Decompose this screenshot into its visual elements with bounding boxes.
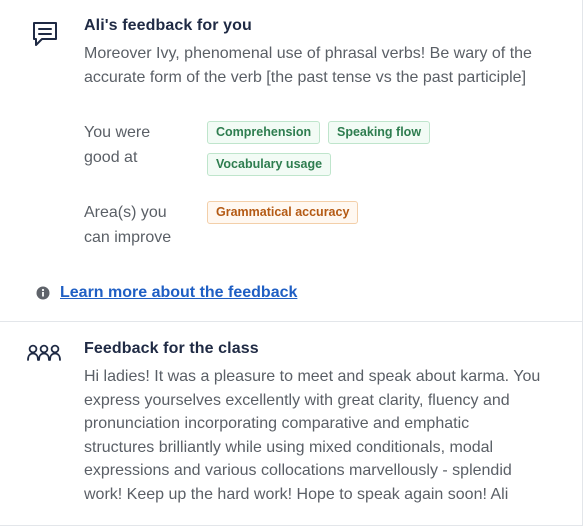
learn-more-link[interactable]: Learn more about the feedback: [60, 283, 297, 303]
message-line: work! Keep up the hard work! Hope to spe…: [84, 485, 509, 503]
strength-tag: Vocabulary usage: [207, 153, 332, 176]
strength-tag: Speaking flow: [328, 121, 431, 144]
good-at-label-line: You were: [84, 124, 151, 141]
class-feedback-title: Feedback for the class: [84, 340, 259, 357]
message-line: pronunciation incorporating comparative …: [84, 415, 470, 432]
strength-tag: Comprehension: [207, 121, 321, 144]
message-line: expressions and various collocations mar…: [84, 462, 512, 479]
improve-label-line: Area(s) you: [84, 204, 167, 221]
message-line: accurate form of the verb [the past tens…: [84, 68, 527, 86]
personal-feedback-title: Ali's feedback for you: [84, 17, 252, 34]
message-line: Moreover Ivy, phenomenal use of phrasal …: [84, 45, 532, 62]
improve-label: Area(s) you can improve: [84, 201, 194, 250]
message-line: Hi ladies! It was a pleasure to meet and…: [84, 368, 541, 385]
feedback-card: Ali's feedback for you Moreover Ivy, phe…: [0, 0, 583, 526]
personal-feedback-message: Moreover Ivy, phenomenal use of phrasal …: [84, 42, 574, 89]
message-line: express yourselves excellently with grea…: [84, 391, 510, 409]
improve-label-line: can improve: [84, 228, 172, 246]
chat-message-icon: [31, 20, 59, 48]
personal-feedback-section: Ali's feedback for you Moreover Ivy, phe…: [0, 0, 583, 322]
good-at-label: You were good at: [84, 121, 194, 170]
info-icon: [36, 286, 50, 305]
message-line: structures brilliantly while using mixed…: [84, 438, 494, 456]
class-feedback-message: Hi ladies! It was a pleasure to meet and…: [84, 365, 579, 506]
class-feedback-section: Feedback for the class Hi ladies! It was…: [0, 322, 583, 526]
group-icon: [27, 343, 61, 367]
improvement-tag: Grammatical accuracy: [207, 201, 359, 224]
good-at-label-line: good at: [84, 148, 138, 166]
